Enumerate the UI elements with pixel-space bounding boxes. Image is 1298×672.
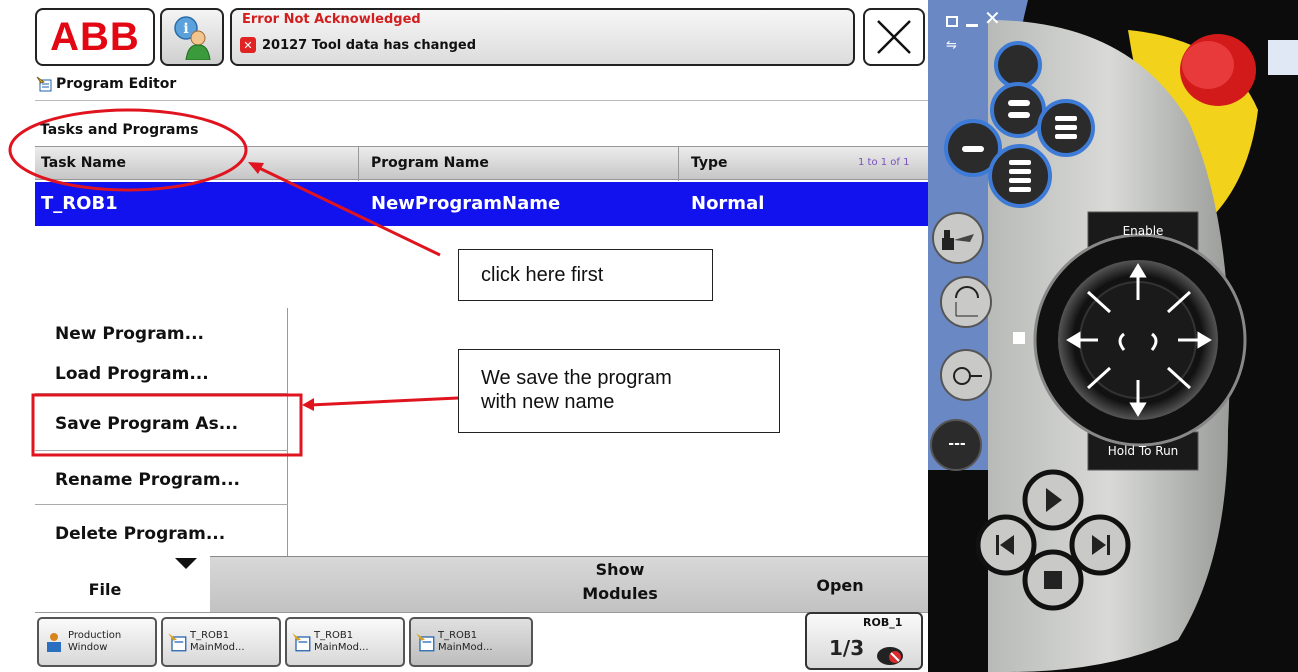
enable-label: Enable bbox=[1122, 224, 1164, 238]
flexpendant-panel: ✕ ⇋ Enable Hold To Run --- bbox=[928, 0, 1298, 672]
annotation-arrow-2 bbox=[309, 396, 459, 407]
minimize-icon[interactable] bbox=[966, 24, 978, 27]
annotation-arrow-1 bbox=[254, 164, 441, 257]
dash-button-label: --- bbox=[948, 436, 966, 452]
callout-line: We save the program bbox=[481, 367, 672, 389]
swap-icon: ⇋ bbox=[946, 38, 957, 53]
robot-mechanical-unit-icon[interactable] bbox=[940, 226, 978, 252]
callout-save-program: We save the program with new name bbox=[458, 349, 780, 433]
flexpendant-body bbox=[928, 0, 1298, 672]
window-close-icon[interactable]: ✕ bbox=[984, 8, 1001, 28]
reorient-icon[interactable] bbox=[950, 286, 984, 320]
annotation-overlay bbox=[8, 108, 459, 457]
annotation-rectangle bbox=[31, 393, 303, 457]
annotation-ellipse bbox=[8, 108, 248, 192]
callout-click-here-first: click here first bbox=[458, 249, 713, 301]
callout-line: with new name bbox=[481, 391, 615, 413]
increment-icon[interactable] bbox=[950, 360, 984, 390]
annotation-arrowhead-2 bbox=[302, 398, 314, 411]
hold-to-run-label: Hold To Run bbox=[1107, 444, 1179, 458]
restore-icon[interactable] bbox=[946, 16, 958, 27]
